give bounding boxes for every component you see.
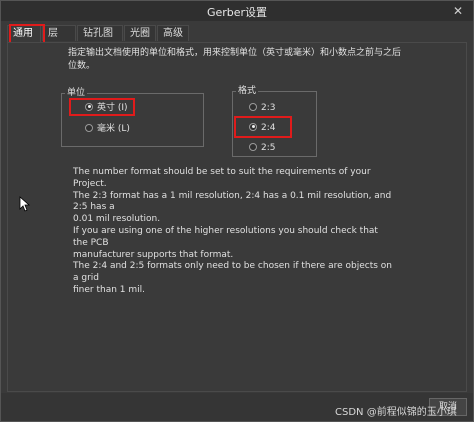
format-2-5-label: 2:5 — [261, 143, 276, 153]
units-highlight-box — [69, 98, 135, 116]
watermark-text: CSDN @前程似锦的玉小琪 — [335, 407, 457, 418]
info-line: 0.01 mil resolution. — [73, 214, 161, 225]
format-2-3-radio[interactable]: 2:3 — [249, 102, 275, 114]
info-line: manufacturer supports that format. — [73, 249, 234, 260]
info-line: The 2:4 and 2:5 formats only need to be … — [73, 261, 392, 284]
format-2-3-label: 2:3 — [261, 103, 276, 113]
window-title: Gerber设置 — [206, 6, 268, 19]
radio-unselected-icon — [249, 142, 257, 151]
title-bar: Gerber设置 ✕ — [1, 1, 473, 21]
tab-apertures[interactable]: 光圈 — [124, 25, 156, 41]
units-mm-radio[interactable]: 毫米 (L) — [85, 123, 130, 135]
gerber-settings-dialog: Gerber设置 ✕ 通用 层 钻孔图层 光圈 高级 指定输出文档使用的单位和格… — [0, 0, 474, 422]
units-mm-label: 毫米 (L) — [97, 124, 130, 134]
tab-layers[interactable]: 层 — [42, 25, 76, 41]
format-group-title: 格式 — [236, 85, 259, 97]
format-info-text: The number format should be set to suit … — [73, 167, 393, 297]
tab-drill-drawing[interactable]: 钻孔图层 — [77, 25, 123, 55]
info-line: The number format should be set to suit … — [73, 167, 371, 189]
info-line: finer than 1 mil. — [73, 284, 145, 295]
info-line: The 2:3 format has a 1 mil resolution, 2… — [73, 190, 392, 213]
format-2-5-radio[interactable]: 2:5 — [249, 142, 275, 154]
radio-unselected-icon — [249, 102, 257, 111]
close-icon[interactable]: ✕ — [451, 4, 465, 18]
description-text: 指定输出文档使用的单位和格式，用来控制单位（英寸或毫米）和小数点之前与之后位数。 — [68, 48, 402, 71]
mouse-cursor-icon — [19, 196, 31, 212]
tab-advanced[interactable]: 高级 — [157, 25, 189, 41]
format-highlight-box — [234, 116, 292, 138]
info-line: If you are using one of the higher resol… — [73, 225, 378, 248]
radio-unselected-icon — [85, 123, 93, 132]
